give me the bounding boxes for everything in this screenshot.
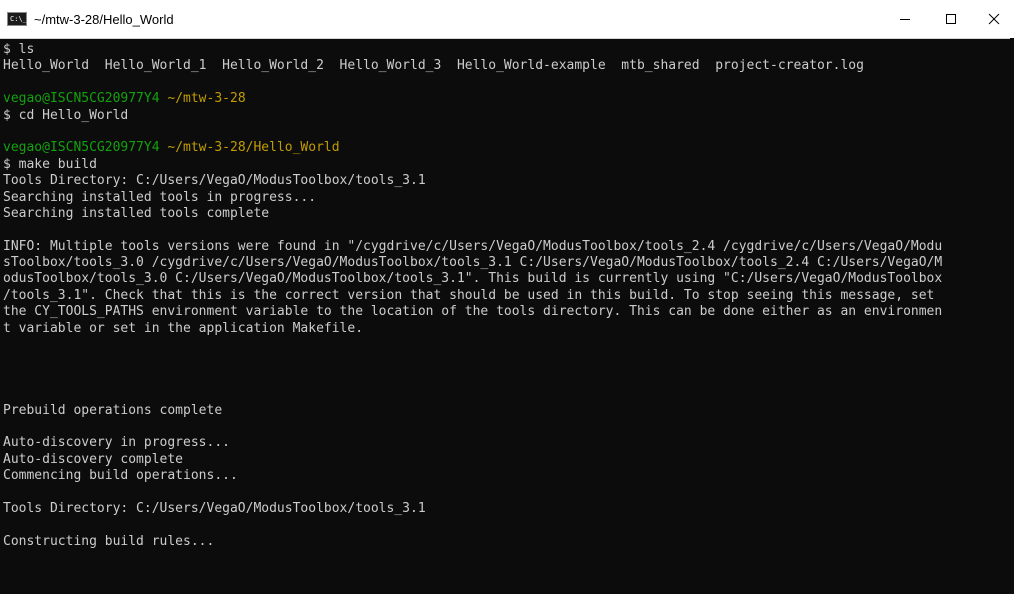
terminal-output[interactable]: $ ls Hello_World Hello_World_1 Hello_Worl…: [0, 38, 1014, 594]
output-line: odusToolbox/tools_3.0 C:/Users/VegaO/Mod…: [3, 271, 943, 287]
minimize-icon: [900, 19, 910, 20]
output-line: Tools Directory: C:/Users/VegaO/ModusToo…: [3, 173, 426, 189]
prompt-line: vegao@ISCN5CG20977Y4 ~/mtw-3-28: [3, 91, 1014, 107]
command-line: $ ls: [3, 42, 35, 57]
prompt-user-host: vegao@ISCN5CG20977Y4: [3, 91, 160, 107]
close-button[interactable]: [974, 0, 1014, 38]
output-line: Prebuild operations complete: [3, 402, 223, 418]
output-line: Constructing build rules...: [3, 533, 215, 549]
output-line: sToolbox/tools_3.0 /cygdrive/c/Users/Veg…: [3, 255, 943, 271]
console-app-icon[interactable]: C:\_: [7, 12, 27, 26]
output-line: the CY_TOOLS_PATHS environment variable …: [3, 304, 943, 320]
output-line: Tools Directory: C:/Users/VegaO/ModusToo…: [3, 500, 426, 516]
maximize-button[interactable]: [928, 0, 974, 38]
prompt-user-host: vegao@ISCN5CG20977Y4: [3, 140, 160, 156]
title-bar[interactable]: C:\_ ~/mtw-3-28/Hello_World: [0, 0, 1014, 39]
command-line: $ cd Hello_World: [3, 107, 129, 123]
output-line: Auto-discovery complete: [3, 451, 184, 467]
prompt-line: vegao@ISCN5CG20977Y4 ~/mtw-3-28/Hello_Wo…: [3, 140, 1014, 156]
output-line: t variable or set in the application Mak…: [3, 320, 364, 336]
maximize-icon: [946, 14, 956, 24]
terminal-window: C:\_ ~/mtw-3-28/Hello_World $ ls Hello_Wo: [0, 0, 1014, 594]
prompt-path: ~/mtw-3-28: [167, 91, 246, 107]
output-line: /tools_3.1". Check that this is the corr…: [3, 287, 935, 303]
output-line: Searching installed tools complete: [3, 205, 270, 221]
output-line: Searching installed tools in progress...: [3, 189, 317, 205]
window-controls: [882, 0, 1014, 38]
close-icon: [988, 13, 1000, 25]
output-line: Hello_World Hello_World_1 Hello_World_2 …: [3, 58, 864, 74]
output-line: Commencing build operations...: [3, 468, 238, 484]
minimize-button[interactable]: [882, 0, 928, 38]
output-line: INFO: Multiple tools versions were found…: [3, 238, 943, 254]
output-line: Auto-discovery in progress...: [3, 435, 230, 451]
command-line: $ make build: [3, 156, 97, 172]
window-title: ~/mtw-3-28/Hello_World: [34, 11, 174, 27]
prompt-path: ~/mtw-3-28/Hello_World: [167, 140, 340, 156]
terminal-scrollbar[interactable]: [1010, 38, 1014, 594]
